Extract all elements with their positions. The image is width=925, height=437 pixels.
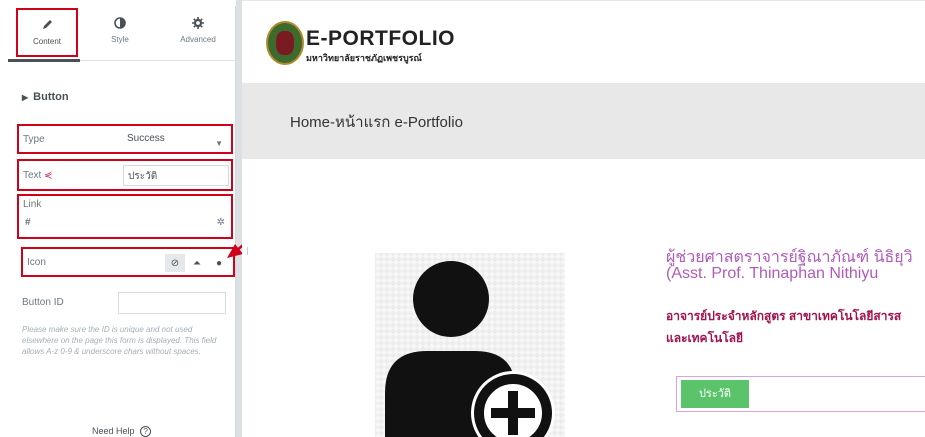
- ban-icon: ⊘: [170, 257, 180, 269]
- tab-advanced-label: Advanced: [180, 35, 216, 44]
- type-label: Type: [23, 134, 45, 145]
- icon-control: Icon ⊘ ⏶ ●: [21, 247, 235, 277]
- button-id-input[interactable]: [118, 292, 226, 314]
- profile-name: ผู้ช่วยศาสตราจารย์ฐิณาภัณฑ์ นิธิยุวิ (As…: [666, 250, 913, 282]
- half-circle-icon: [114, 17, 126, 29]
- panel-tabs: Content Style Advanced: [8, 6, 236, 62]
- tab-content[interactable]: Content: [16, 8, 78, 57]
- text-control: Text ⋞ ประวัติ: [17, 159, 233, 191]
- gear-icon: [192, 17, 204, 29]
- need-help-link[interactable]: Need Help ?: [92, 426, 152, 437]
- pencil-icon: [43, 20, 52, 29]
- user-add-icon: [385, 261, 555, 437]
- upload-icon: ⏶: [193, 257, 201, 269]
- hero-banner: Home-หน้าแรก e-Portfolio: [242, 83, 925, 159]
- link-value: #: [25, 217, 31, 228]
- bio-row: ประวัติ: [676, 376, 925, 412]
- link-label: Link: [23, 199, 42, 210]
- page-title: Home-หน้าแรก e-Portfolio: [290, 114, 463, 131]
- tab-style-label: Style: [111, 35, 129, 44]
- help-circle-icon: ?: [140, 426, 152, 437]
- profile-name-th: ผู้ช่วยศาสตราจารย์ฐิณาภัณฑ์ นิธิยุวิ: [666, 249, 913, 266]
- university-logo: [266, 21, 304, 65]
- upload-svg-button[interactable]: ⏶: [187, 254, 207, 272]
- icon-label: Icon: [27, 257, 46, 268]
- icon-choices: ⊘ ⏶ ●: [165, 254, 229, 272]
- text-label: Text ⋞: [23, 170, 53, 181]
- brand-title[interactable]: E-PORTFOLIO: [306, 27, 455, 51]
- need-help-label: Need Help: [92, 426, 135, 436]
- tab-style[interactable]: Style: [90, 8, 150, 58]
- type-control: Type Success ▼: [17, 124, 233, 154]
- type-value: Success: [127, 133, 165, 144]
- profile-image: [375, 253, 565, 437]
- section-title: Button: [33, 91, 69, 103]
- dynamic-tags-icon: ⋞: [44, 170, 53, 181]
- brand-subtitle: มหาวิทยาลัยราชภัฏเพชรบูรณ์: [306, 53, 422, 63]
- type-select[interactable]: Success ▼: [123, 130, 229, 149]
- profile-name-en: (Asst. Prof. Thinaphan Nithiyu: [666, 265, 879, 282]
- editor-panel: Content Style Advanced ▶ Button Type Succ…: [8, 6, 236, 437]
- profile-role-line1: อาจารย์ประจำหลักสูตร สาขาเทคโนโลยีสารส: [666, 309, 902, 323]
- divider: [247, 247, 248, 255]
- button-id-help: Please make sure the ID is unique and no…: [22, 325, 217, 356]
- text-input[interactable]: ประวัติ: [123, 165, 229, 186]
- circle-icon: ●: [215, 257, 223, 269]
- chevron-down-icon: ▼: [215, 139, 223, 148]
- section-toggle-button[interactable]: ▶ Button: [22, 91, 69, 103]
- logo-emblem: [276, 31, 294, 55]
- tab-advanced[interactable]: Advanced: [168, 8, 228, 58]
- caret-right-icon: ▶: [22, 93, 29, 102]
- link-input[interactable]: # ✲: [21, 214, 229, 234]
- tab-content-label: Content: [32, 37, 62, 46]
- active-tab-indicator: [8, 59, 80, 62]
- text-value: ประวัติ: [128, 171, 158, 182]
- profile-role: อาจารย์ประจำหลักสูตร สาขาเทคโนโลยีสารส แ…: [666, 305, 901, 349]
- link-options-gear-icon[interactable]: ✲: [217, 217, 225, 228]
- link-control: Link # ✲: [17, 194, 233, 239]
- no-icon-button[interactable]: ⊘: [165, 254, 185, 272]
- biography-button[interactable]: ประวัติ: [681, 380, 749, 408]
- site-preview: E-PORTFOLIO มหาวิทยาลัยราชภัฏเพชรบูรณ์ H…: [242, 0, 925, 437]
- button-id-label: Button ID: [22, 297, 64, 308]
- profile-role-line2: และเทคโนโลยี: [666, 331, 744, 345]
